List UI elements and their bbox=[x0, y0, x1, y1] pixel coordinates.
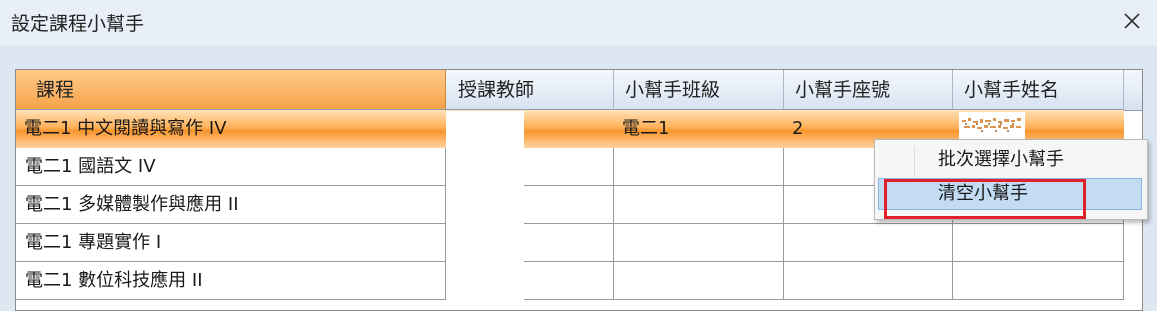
cell-helper-class[interactable] bbox=[614, 186, 784, 224]
cell-helper-class[interactable] bbox=[614, 148, 784, 186]
cell-helper-name[interactable] bbox=[953, 224, 1124, 262]
column-header-course[interactable]: 課程 bbox=[16, 70, 446, 110]
cell-helper-seat[interactable] bbox=[784, 224, 953, 262]
cell-course[interactable]: 電二1 中文閱讀與寫作 IV bbox=[16, 110, 446, 148]
column-header-helper-class[interactable]: 小幫手班級 bbox=[614, 70, 784, 110]
cell-course[interactable]: 電二1 專題實作 I bbox=[16, 224, 446, 262]
table-row[interactable]: 電二1 專題實作 I bbox=[16, 224, 1124, 262]
redacted-name-image bbox=[959, 112, 1025, 139]
cell-helper-class[interactable] bbox=[614, 224, 784, 262]
context-menu: 批次選擇小幫手 清空小幫手 bbox=[874, 139, 1148, 220]
close-button[interactable] bbox=[1119, 8, 1145, 34]
column-header-helper-name[interactable]: 小幫手姓名 bbox=[953, 70, 1124, 110]
title-bar: 設定課程小幫手 bbox=[0, 0, 1157, 46]
menu-item-clear-helper[interactable]: 清空小幫手 bbox=[878, 178, 1142, 210]
header-filler bbox=[1124, 70, 1142, 111]
cell-helper-name[interactable] bbox=[953, 262, 1124, 300]
column-header-teacher[interactable]: 授課教師 bbox=[446, 70, 614, 110]
cell-helper-seat[interactable] bbox=[784, 262, 953, 300]
close-icon bbox=[1124, 13, 1140, 29]
cell-course[interactable]: 電二1 國語文 IV bbox=[16, 148, 446, 186]
cell-course[interactable]: 電二1 數位科技應用 II bbox=[16, 262, 446, 300]
cell-course[interactable]: 電二1 多媒體製作與應用 II bbox=[16, 186, 446, 224]
cell-helper-class[interactable] bbox=[614, 262, 784, 300]
table-row[interactable]: 電二1 數位科技應用 II bbox=[16, 262, 1124, 300]
menu-item-batch-select-helper[interactable]: 批次選擇小幫手 bbox=[878, 144, 1142, 176]
cell-helper-class[interactable]: 電二1 bbox=[614, 110, 784, 148]
column-header-helper-seat[interactable]: 小幫手座號 bbox=[784, 70, 953, 110]
redacted-teacher-area bbox=[446, 111, 524, 310]
window-title: 設定課程小幫手 bbox=[11, 13, 145, 35]
